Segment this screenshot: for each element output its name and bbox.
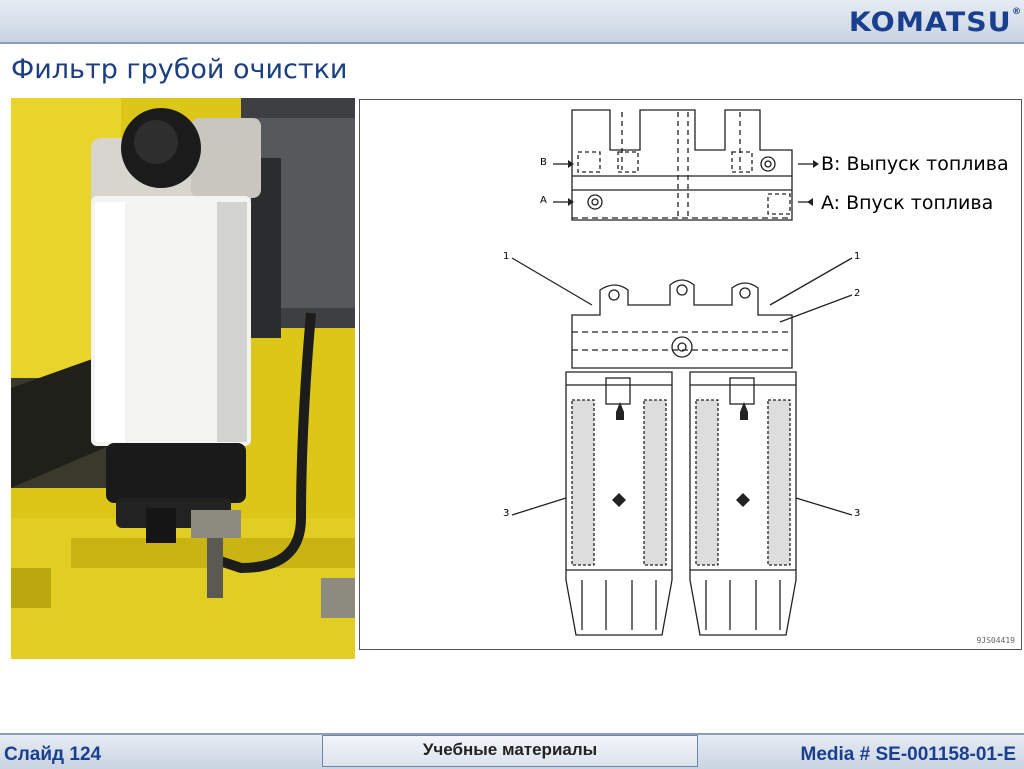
header-bar: KOMATSU® [0,0,1024,44]
training-materials-label: Учебные материалы [322,735,698,767]
page-title: Фильтр грубой очистки [11,54,348,85]
callout-3-left: 3 [503,508,510,519]
media-id: Media # SE-001158-01-E [800,744,1016,765]
port-b-letter: B [540,157,547,168]
footer-bar: Слайд 124 Учебные материалы Media # SE-0… [0,733,1024,769]
fuel-inlet-label: A: Впуск топлива [821,192,994,214]
drawing-code: 9JS04419 [976,636,1015,645]
fuel-outlet-label: B: Выпуск топлива [821,153,1009,175]
port-a-letter: A [540,195,547,206]
slide-number: Слайд 124 [4,744,102,765]
fuel-filter-diagram: B A B: Выпуск топлива A: Впуск топлива 1… [359,99,1022,650]
callout-3-right: 3 [854,508,861,519]
fuel-filter-photo [11,98,355,659]
komatsu-logo: KOMATSU® [848,7,1023,38]
callout-1-left: 1 [503,251,510,262]
callout-1-right: 1 [854,251,861,262]
callout-2: 2 [854,288,861,299]
